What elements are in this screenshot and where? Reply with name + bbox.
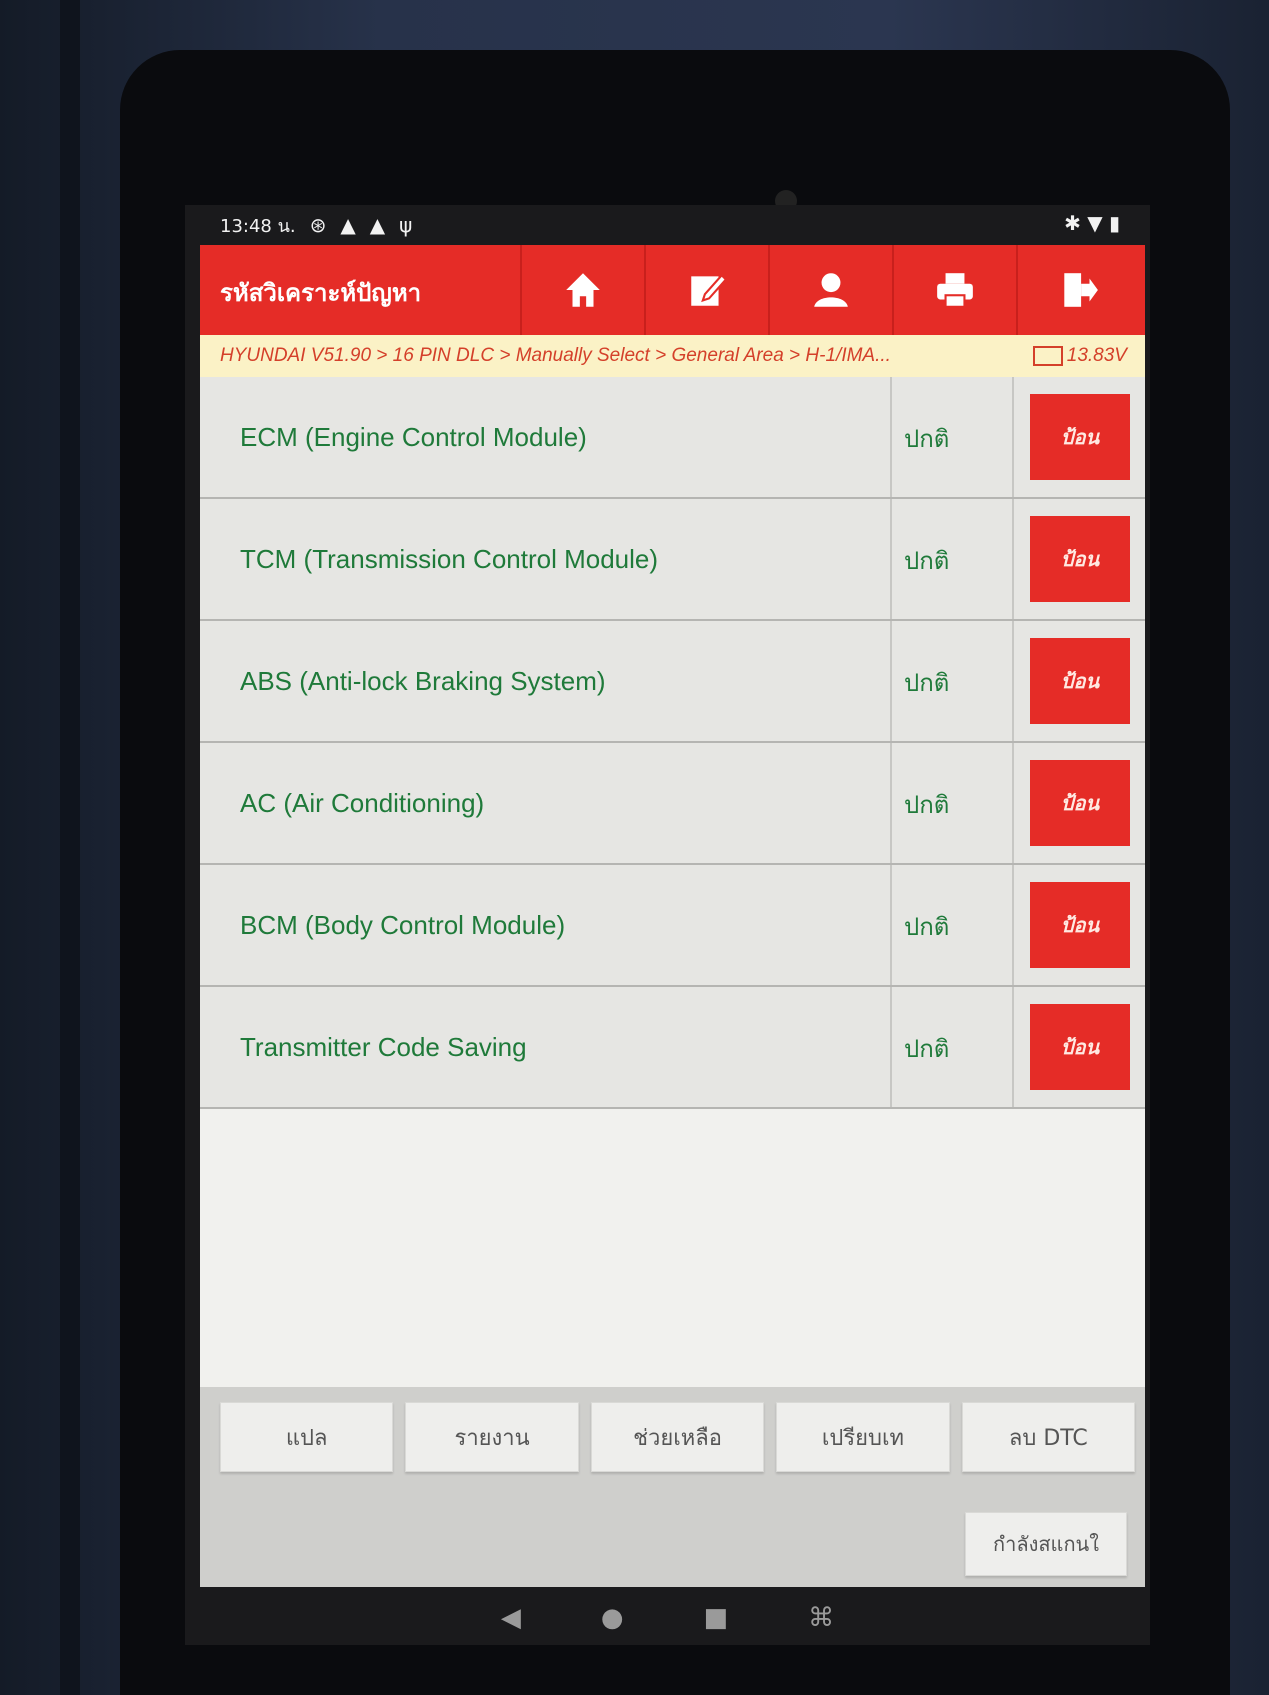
system-name: ECM (Engine Control Module) (240, 421, 587, 452)
breadcrumb-bar: HYUNDAI V51.90 > 16 PIN DLC > Manually S… (200, 335, 1145, 377)
enter-button[interactable]: ป้อน (1030, 1004, 1130, 1090)
user-icon (814, 273, 848, 307)
enter-button[interactable]: ป้อน (1030, 760, 1130, 846)
edit-icon (691, 273, 728, 306)
exit-icon (1064, 273, 1098, 307)
usb-icon: ψ (399, 213, 413, 237)
system-status: ปกติ (904, 1035, 950, 1063)
case-edge (60, 0, 80, 1695)
status-time: 13:48 น. (220, 215, 296, 237)
list-item: AC (Air Conditioning) ปกติ ป้อน (200, 743, 1145, 865)
app-header: รหัสวิเคราะห์ปัญหา (200, 245, 1145, 335)
system-list: ECM (Engine Control Module) ปกติ ป้อน TC… (200, 377, 1145, 1387)
system-name: ABS (Anti-lock Braking System) (240, 665, 606, 696)
warning-icon: ▲ (340, 213, 356, 237)
recents-icon[interactable]: ■ (704, 1603, 729, 1633)
list-item: BCM (Body Control Module) ปกติ ป้อน (200, 865, 1145, 987)
help-button[interactable]: ช่วยเหลือ (590, 1402, 765, 1472)
exit-button[interactable] (1016, 245, 1140, 335)
footer-bar: แปล รายงาน ช่วยเหลือ เปรียบเท ลบ DTC กำล… (200, 1387, 1145, 1587)
page-title: รหัสวิเคราะห์ปัญหา (220, 280, 422, 307)
battery-icon: ▮ (1108, 211, 1120, 235)
tablet-screen: 13:48 น. ⊛ ▲ ▲ ψ ✱ ▼ ▮ รหัสวิเคราะห์ปัญห… (185, 205, 1150, 1645)
translate-button[interactable]: แปล (220, 1402, 394, 1472)
system-name: TCM (Transmission Control Module) (240, 543, 659, 574)
print-button[interactable] (892, 245, 1016, 335)
enter-button[interactable]: ป้อน (1030, 394, 1130, 480)
list-item: TCM (Transmission Control Module) ปกติ ป… (200, 499, 1145, 621)
system-name: AC (Air Conditioning) (240, 787, 485, 818)
enter-button[interactable]: ป้อน (1030, 882, 1130, 968)
system-name: BCM (Body Control Module) (240, 909, 566, 940)
enter-button[interactable]: ป้อน (1030, 638, 1130, 724)
toolbar (520, 245, 1145, 335)
list-item: ABS (Anti-lock Braking System) ปกติ ป้อน (200, 621, 1145, 743)
voltage-readout: 13.83V (1032, 345, 1127, 367)
car-battery-icon (1032, 346, 1063, 366)
user-button[interactable] (768, 245, 892, 335)
clear-dtc-button[interactable]: ลบ DTC (961, 1402, 1136, 1472)
compare-button[interactable]: เปรียบเท (776, 1402, 950, 1472)
accessibility-icon: ⊛ (309, 213, 327, 237)
edit-button[interactable] (644, 245, 768, 335)
bluetooth-icon: ✱ (1064, 211, 1081, 235)
footer-buttons: แปล รายงาน ช่วยเหลือ เปรียบเท ลบ DTC (220, 1402, 1136, 1472)
voltage-value: 13.83V (1066, 345, 1127, 366)
warning-icon: ▲ (369, 213, 386, 237)
system-status: ปกติ (904, 913, 950, 941)
list-item: Transmitter Code Saving ปกติ ป้อน (200, 987, 1145, 1109)
report-button[interactable]: รายงาน (405, 1402, 579, 1472)
home-nav-icon[interactable]: ● (601, 1603, 624, 1633)
system-status: ปกติ (904, 669, 950, 697)
list-item: ECM (Engine Control Module) ปกติ ป้อน (200, 377, 1145, 499)
scan-button[interactable]: กำลังสแกนใ (965, 1512, 1127, 1576)
android-nav-bar: ◀ ● ■ ⌘ (185, 1590, 1150, 1645)
home-icon (566, 273, 600, 307)
breadcrumb: HYUNDAI V51.90 > 16 PIN DLC > Manually S… (220, 345, 891, 366)
system-name: Transmitter Code Saving (240, 1031, 527, 1062)
print-icon (937, 273, 973, 308)
enter-button[interactable]: ป้อน (1030, 516, 1130, 602)
back-icon[interactable]: ◀ (501, 1603, 521, 1633)
status-bar: 13:48 น. ⊛ ▲ ▲ ψ ✱ ▼ ▮ (185, 205, 1150, 245)
home-button[interactable] (520, 245, 644, 335)
screenshot-icon[interactable]: ⌘ (808, 1603, 834, 1633)
system-status: ปกติ (904, 791, 950, 819)
status-right-icons: ✱ ▼ ▮ (1064, 211, 1120, 235)
system-status: ปกติ (904, 547, 950, 575)
system-status: ปกติ (904, 425, 950, 453)
wifi-icon: ▼ (1087, 211, 1103, 235)
